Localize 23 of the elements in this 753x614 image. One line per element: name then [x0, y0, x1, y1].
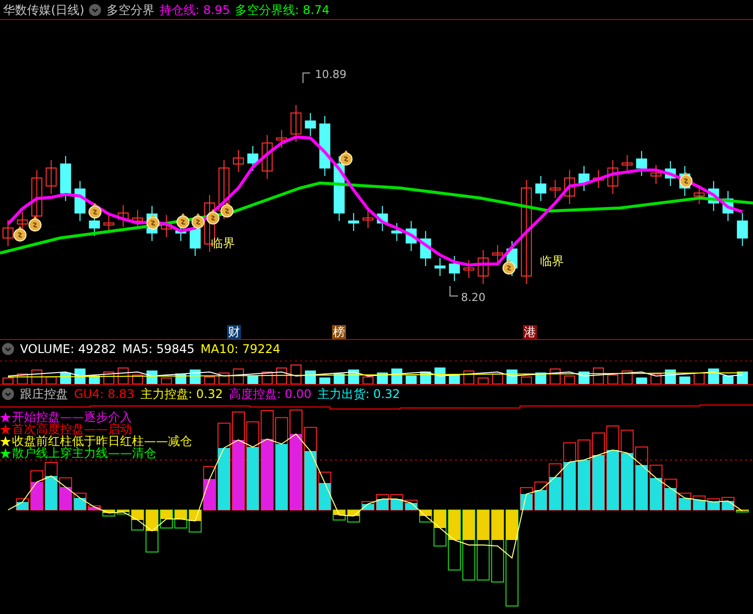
high-price-label: 10.89	[315, 67, 346, 83]
stock-title: 华数传媒(日线)	[3, 2, 84, 18]
low-price-label: 8.20	[461, 290, 486, 306]
indicator-value: GU4: 8.83	[74, 386, 134, 403]
indicator-value: 高度控盘: 0.00	[228, 386, 312, 403]
event-marker[interactable]: 榜	[332, 325, 346, 339]
indicator-value: 持仓线: 8.95	[159, 2, 230, 18]
indicator-value: MA10: 79224	[200, 340, 280, 358]
signal-label: 临界	[540, 253, 564, 270]
indicator-value: 多空分界线: 8.74	[234, 2, 330, 18]
legend-text: 散户线上穿主力线——清仓	[12, 447, 156, 459]
indicator-value: VOLUME: 49282	[20, 340, 116, 358]
indicator-value: MA5: 59845	[122, 340, 195, 358]
indicator-value: 主力出货: 0.32	[317, 386, 400, 403]
indicator-name: 跟庄控盘	[20, 386, 68, 403]
legend-text: 开始控盘——逐步介入	[12, 411, 132, 423]
legend-text: 首次高度控盘——启动	[12, 423, 132, 435]
indicator-value: 主力控盘: 0.32	[140, 386, 223, 403]
event-marker[interactable]: 港	[523, 325, 537, 339]
indicator-name: 多空分界	[106, 2, 154, 18]
legend-text: 收盘前红柱低于昨日红柱——减仓	[12, 435, 192, 447]
event-marker[interactable]: 财	[227, 325, 241, 339]
signal-label: 临界	[211, 235, 235, 252]
